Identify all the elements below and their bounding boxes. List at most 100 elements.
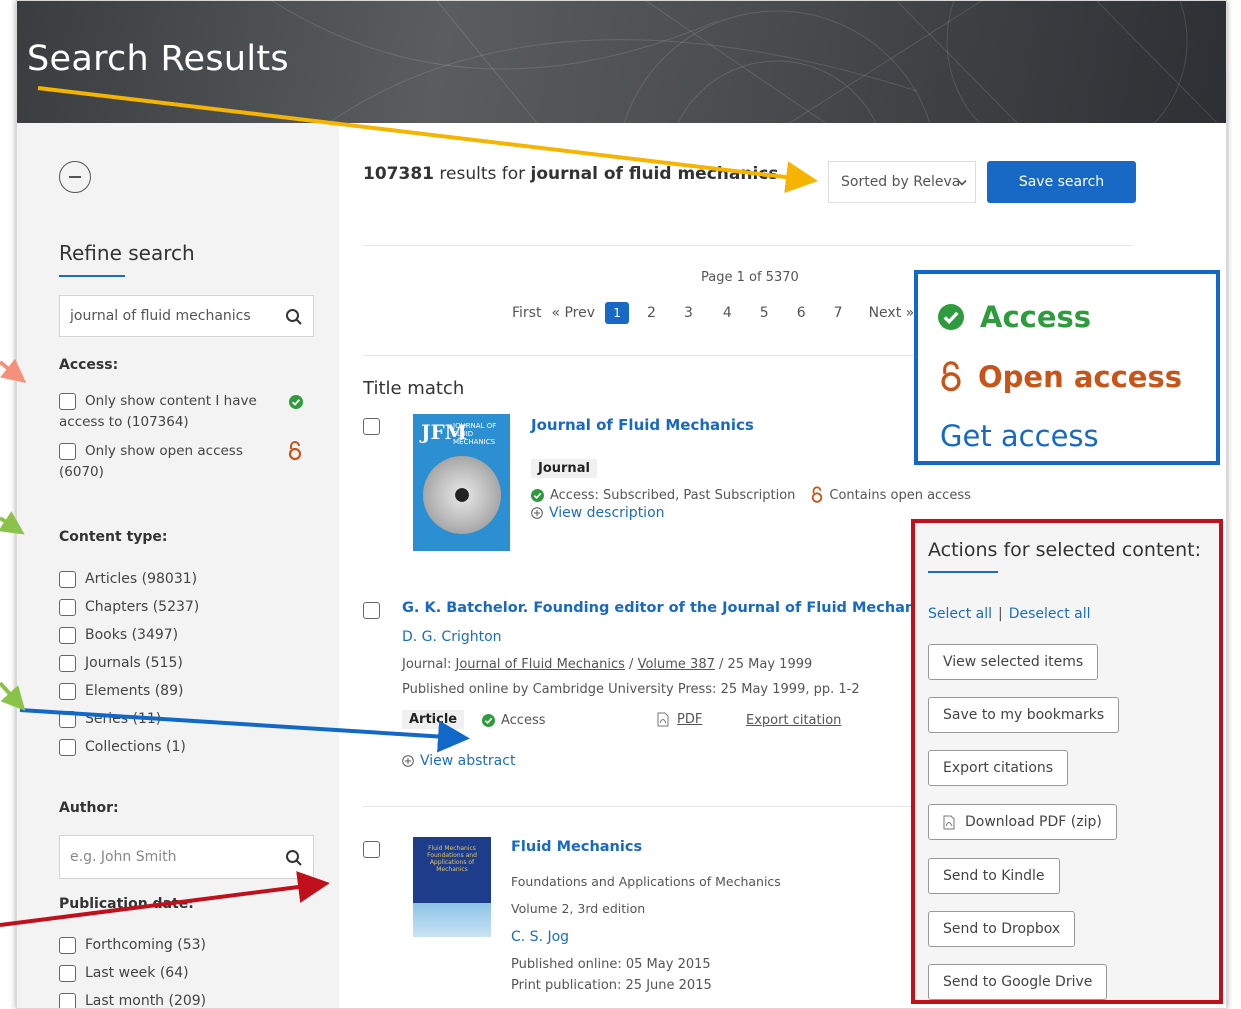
check-circle-icon	[531, 488, 544, 502]
book-cover[interactable]: Fluid Mechanics Foundations and Applicat…	[413, 837, 491, 937]
content-type-articles[interactable]: Articles (98031)	[59, 565, 199, 593]
access-filter-subscribed[interactable]: Only show content I have access to (1073…	[59, 391, 309, 433]
pubdate-last-week[interactable]: Last week (64)	[59, 959, 206, 987]
publication-date-list: Forthcoming (53) Last week (64) Last mon…	[59, 931, 206, 1008]
page-info: Page 1 of 5370	[701, 270, 799, 285]
content-type-chapters[interactable]: Chapters (5237)	[59, 593, 199, 621]
journal-prefix: Journal:	[402, 657, 456, 672]
view-selected-items-button[interactable]: View selected items	[928, 644, 1099, 680]
deselect-all-link[interactable]: Deselect all	[1009, 606, 1091, 622]
pubdate-forthcoming[interactable]: Forthcoming (53)	[59, 931, 206, 959]
sort-select[interactable]: Sorted by Releva	[828, 161, 976, 203]
plus-circle-icon	[531, 507, 543, 519]
view-description-toggle[interactable]: View description	[531, 505, 665, 521]
checkbox[interactable]	[59, 738, 76, 756]
checkbox[interactable]	[59, 626, 76, 644]
send-to-dropbox-button[interactable]: Send to Dropbox	[928, 911, 1076, 947]
pagination-page[interactable]: 4	[723, 305, 732, 321]
pagination-page[interactable]: 5	[760, 305, 769, 321]
pagination-current[interactable]: 1	[605, 302, 630, 324]
author-search-input[interactable]: e.g. John Smith	[59, 835, 314, 879]
open-lock-icon	[812, 486, 823, 503]
legend-open-access: Open access	[940, 360, 1182, 394]
collapse-icon	[69, 176, 81, 178]
view-abstract-toggle[interactable]: View abstract	[402, 753, 515, 769]
result-author[interactable]: D. G. Crighton	[402, 629, 502, 645]
checkbox[interactable]	[59, 570, 76, 588]
access-legend-callout: Access Open access Get access	[914, 270, 1220, 465]
book-cover-image	[413, 903, 491, 937]
collapse-sidebar-button[interactable]	[59, 161, 91, 193]
result-title[interactable]: Fluid Mechanics	[511, 839, 642, 855]
plus-circle-icon	[402, 755, 414, 767]
select-all-link[interactable]: Select all	[928, 606, 992, 622]
pdf-icon	[657, 712, 669, 727]
select-links: Select all | Deselect all	[928, 606, 1091, 622]
search-icon[interactable]	[285, 308, 303, 326]
checkbox[interactable]	[59, 936, 76, 954]
checkbox[interactable]	[59, 654, 76, 672]
checkbox[interactable]	[59, 443, 76, 460]
cover-image	[423, 456, 501, 534]
content-type-books[interactable]: Books (3497)	[59, 621, 199, 649]
checkbox[interactable]	[59, 393, 76, 410]
access-filter-open[interactable]: Only show open access (6070)	[59, 441, 309, 483]
legend-access: Access	[938, 300, 1091, 334]
pagination-first[interactable]: First	[512, 305, 541, 321]
result-title[interactable]: Journal of Fluid Mechanics	[531, 416, 754, 434]
checkbox[interactable]	[59, 598, 76, 616]
search-icon[interactable]	[285, 849, 303, 867]
pdf-link[interactable]: PDF	[657, 712, 702, 727]
volume-link[interactable]: Volume 387	[638, 657, 715, 672]
divider	[363, 245, 1133, 246]
publication-date-heading: Publication date:	[59, 896, 194, 912]
pagination-next[interactable]: Next »	[869, 305, 915, 321]
results-count: 107381	[363, 164, 434, 184]
content-type-badge: Journal	[531, 459, 597, 478]
pagination-page[interactable]: 6	[797, 305, 806, 321]
view-abstract-label: View abstract	[420, 753, 516, 769]
save-to-bookmarks-button[interactable]: Save to my bookmarks	[928, 697, 1120, 733]
download-pdf-zip-button[interactable]: Download PDF (zip)	[928, 804, 1117, 840]
access-heading: Access:	[59, 357, 119, 373]
sort-select-value: Sorted by Releva	[841, 174, 961, 190]
result-subtitle: Foundations and Applications of Mechanic…	[511, 874, 781, 889]
result-checkbox[interactable]	[363, 602, 380, 619]
send-to-kindle-button[interactable]: Send to Kindle	[928, 858, 1060, 894]
result-checkbox[interactable]	[363, 841, 380, 858]
checkbox[interactable]	[59, 710, 76, 728]
pubdate-last-month[interactable]: Last month (209)	[59, 987, 206, 1008]
content-type-series[interactable]: Series (11)	[59, 705, 199, 733]
content-type-journals[interactable]: Journals (515)	[59, 649, 199, 677]
sidebar: Refine search journal of fluid mechanics…	[17, 123, 339, 1008]
legend-get-access-label: Get access	[940, 419, 1099, 453]
pdf-icon	[943, 815, 955, 829]
export-citation-link[interactable]: Export citation	[746, 713, 841, 728]
result-author[interactable]: C. S. Jog	[511, 929, 569, 945]
journal-cover[interactable]: JFM JOURNAL OF FLUID MECHANICS	[413, 414, 510, 551]
result-checkbox[interactable]	[363, 418, 380, 435]
refine-search-input[interactable]: journal of fluid mechanics	[59, 295, 314, 337]
pagination-prev[interactable]: « Prev	[551, 305, 595, 321]
filter-label: Last week (64)	[85, 965, 189, 981]
save-search-button[interactable]: Save search	[987, 161, 1136, 203]
filter-label: Elements (89)	[85, 683, 184, 699]
content-type-collections[interactable]: Collections (1)	[59, 733, 199, 761]
export-citations-button[interactable]: Export citations	[928, 750, 1069, 786]
checkbox[interactable]	[59, 992, 76, 1008]
filter-label: Series (11)	[85, 711, 162, 727]
select-divider: |	[998, 606, 1003, 622]
result-title[interactable]: G. K. Batchelor. Founding editor of the …	[402, 600, 937, 616]
journal-link[interactable]: Journal of Fluid Mechanics	[455, 657, 624, 672]
cover-title: JOURNAL OF FLUID MECHANICS	[453, 422, 497, 446]
legend-access-label: Access	[980, 300, 1092, 334]
filter-label: Articles (98031)	[85, 571, 198, 587]
filter-label: Forthcoming (53)	[85, 937, 206, 953]
pagination-page[interactable]: 7	[834, 305, 843, 321]
pagination-page[interactable]: 2	[647, 305, 656, 321]
pagination-page[interactable]: 3	[684, 305, 693, 321]
content-type-elements[interactable]: Elements (89)	[59, 677, 199, 705]
send-to-google-drive-button[interactable]: Send to Google Drive	[928, 964, 1108, 1000]
checkbox[interactable]	[59, 682, 76, 700]
checkbox[interactable]	[59, 964, 76, 982]
